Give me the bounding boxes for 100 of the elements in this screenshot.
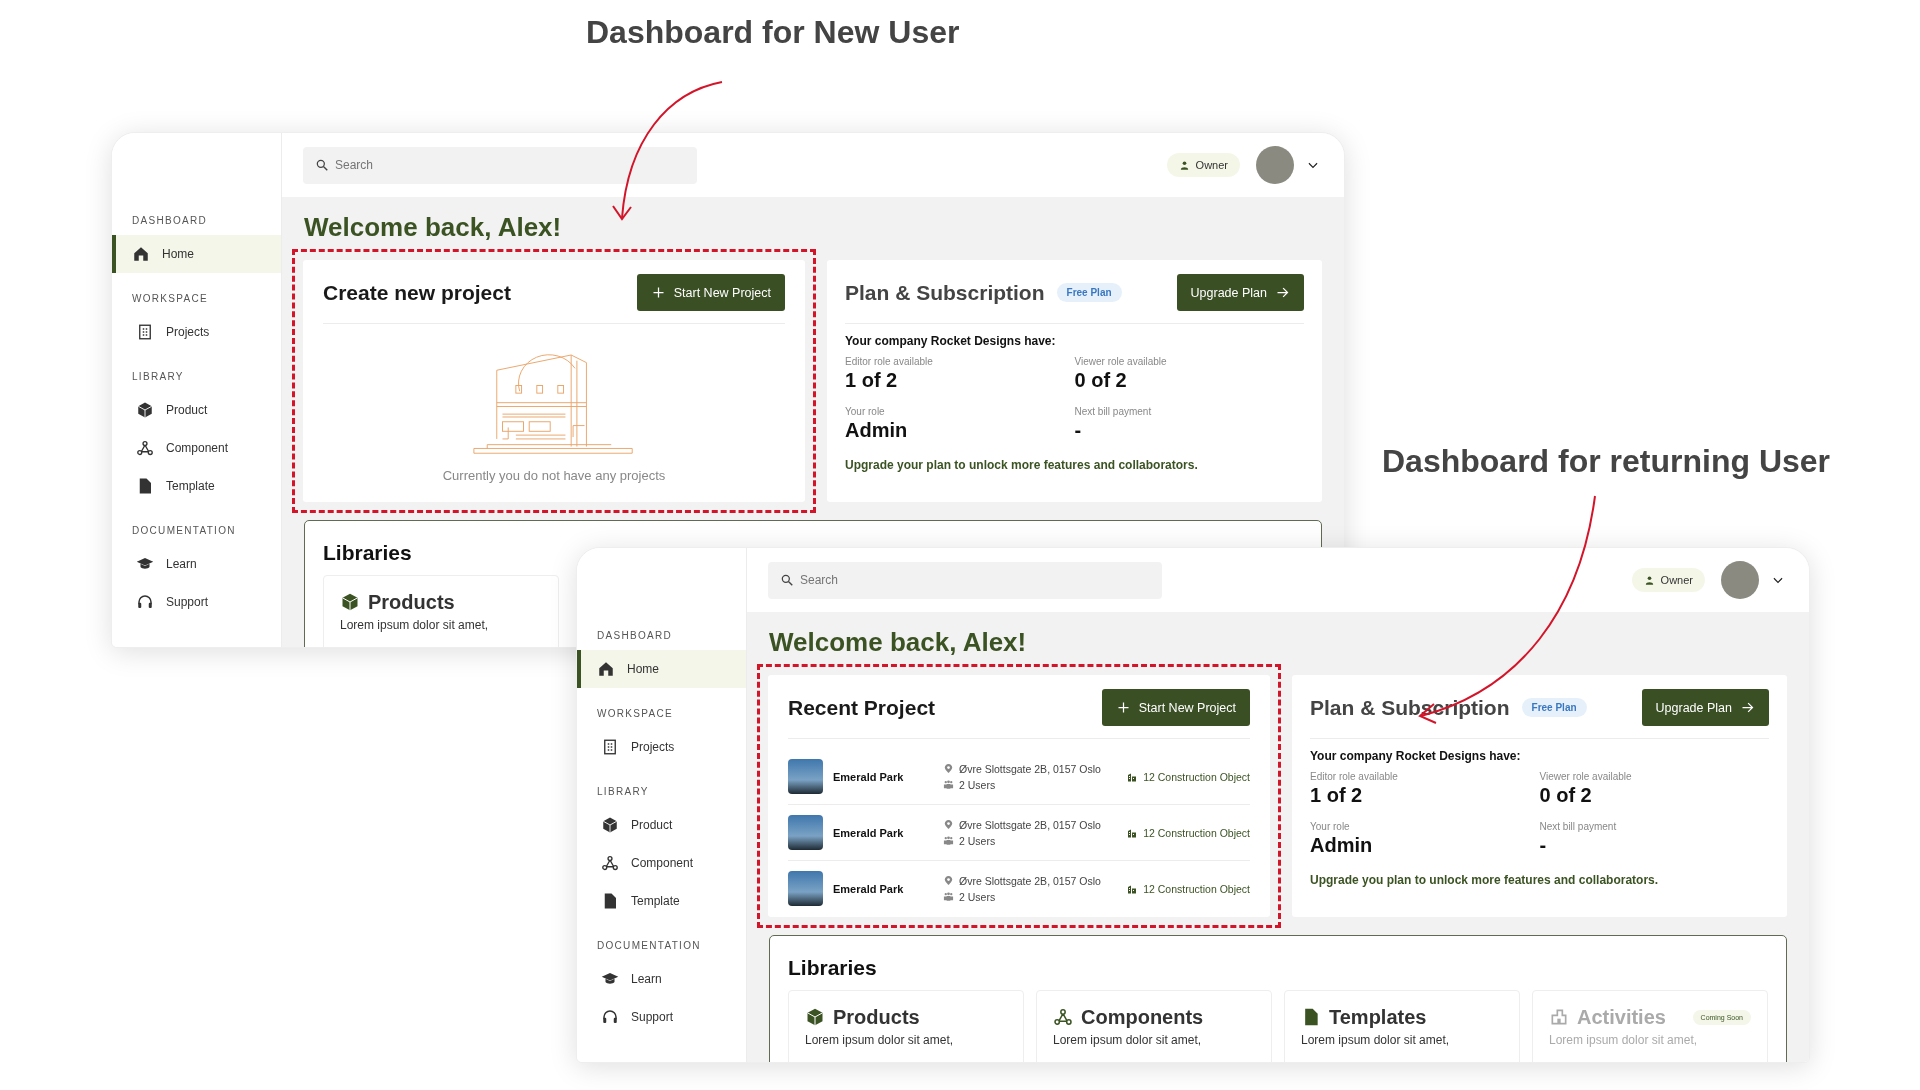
nav-item[interactable]: Component	[112, 429, 281, 467]
project-address: Øvre Slottsgate 2B, 0157 Oslo	[959, 874, 1101, 887]
section-label: WORKSPACE	[131, 292, 209, 306]
nodes-icon	[601, 854, 619, 872]
cube-icon	[805, 1007, 825, 1027]
user-count: 2 Users	[959, 890, 996, 903]
headset-icon	[136, 593, 154, 611]
nav-item[interactable]: Support	[112, 583, 281, 621]
nav-item[interactable]: Support	[577, 998, 746, 1036]
welcome-heading: Welcome back, Alex!	[304, 211, 563, 243]
nav-item[interactable]: Projects	[577, 728, 746, 766]
section-label: DOCUMENTATION	[131, 524, 237, 538]
section-label: WORKSPACE	[596, 707, 674, 721]
library-title: Templates	[1329, 1005, 1427, 1030]
search-field[interactable]: Search	[768, 561, 1162, 599]
headset-icon	[601, 1008, 619, 1026]
object-count: 12 Construction Object	[1143, 770, 1250, 783]
project-name: Emerald Park	[833, 882, 905, 895]
library-title: Components	[1081, 1005, 1204, 1030]
home-icon	[132, 245, 150, 263]
libraries-heading: Libraries	[788, 955, 878, 981]
role-label: Owner	[1195, 159, 1228, 171]
stat-value: -	[1074, 419, 1083, 442]
object-count: 12 Construction Object	[1143, 882, 1250, 895]
person-icon	[1643, 574, 1655, 586]
building-icon	[601, 738, 619, 756]
location-pin-icon	[943, 763, 954, 774]
nav-item[interactable]: Product	[112, 391, 281, 429]
section-label: LIBRARY	[131, 370, 185, 384]
stat-value: Admin	[845, 419, 909, 442]
role-label: Owner	[1660, 574, 1693, 586]
search-field[interactable]: Search	[303, 146, 697, 184]
start-project-button[interactable]: Start New Project	[1101, 689, 1250, 726]
company-text: Your company Rocket Designs have:	[845, 334, 1057, 348]
object-count: 12 Construction Object	[1143, 826, 1250, 839]
nav-item[interactable]: Template	[577, 882, 746, 920]
library-card[interactable]: Components Lorem ipsum dolor sit amet,	[1036, 990, 1272, 1062]
users-icon	[943, 835, 954, 846]
project-row[interactable]: Emerald Park Øvre Slottsgate 2B, 0157 Oslo 2 Users 12 Construction Object	[788, 749, 1250, 805]
library-title: Products	[833, 1005, 920, 1030]
upgrade-note: Upgrade your plan to unlock more features and collaborators.	[845, 458, 1199, 472]
start-project-button[interactable]: Start New Project	[636, 274, 785, 311]
photo-placeholder	[788, 871, 823, 906]
arrow-right-icon	[1740, 700, 1755, 715]
stat-label: Your role	[1310, 821, 1351, 832]
library-description: Lorem ipsum dolor sit amet,	[1053, 1033, 1203, 1047]
stat-label: Next bill payment	[1539, 821, 1618, 832]
location-pin-icon	[943, 875, 954, 886]
library-card[interactable]: Products Lorem ipsum dolor sit amet,	[788, 990, 1024, 1062]
stat-label: Viewer role available	[1074, 356, 1168, 367]
stat-value: Admin	[1310, 834, 1374, 857]
stat-label: Editor role available	[1310, 771, 1399, 782]
section-label: DASHBOARD	[596, 629, 674, 643]
library-card[interactable]: Templates Lorem ipsum dolor sit amet,	[1284, 990, 1520, 1062]
card-title: Recent Project	[788, 695, 937, 720]
nav-item[interactable]: Home	[577, 650, 746, 688]
search-icon	[780, 572, 794, 587]
project-row[interactable]: Emerald Park Øvre Slottsgate 2B, 0157 Oslo 2 Users 12 Construction Object	[788, 805, 1250, 861]
photo-placeholder	[788, 759, 823, 794]
stat-label: Editor role available	[845, 356, 934, 367]
stat-value: 0 of 2	[1074, 369, 1128, 392]
annotation-title: Dashboard for returning User	[1382, 443, 1831, 480]
upgrade-plan-button[interactable]: Upgrade Plan	[1641, 689, 1769, 726]
upgrade-note: Upgrade you plan to unlock more features and collaborators.	[1310, 873, 1660, 887]
stat-value: 0 of 2	[1539, 784, 1593, 807]
nav-item[interactable]: Projects	[112, 313, 281, 351]
users-icon	[943, 779, 954, 790]
upgrade-plan-button[interactable]: Upgrade Plan	[1176, 274, 1304, 311]
nav-item[interactable]: Home	[112, 235, 281, 273]
nav-item[interactable]: Learn	[577, 960, 746, 998]
stat-value: 1 of 2	[845, 369, 899, 392]
card-title: Plan & Subscription	[845, 280, 1045, 305]
nav-item[interactable]: Product	[577, 806, 746, 844]
building-icon	[136, 323, 154, 341]
card-title: Create new project	[323, 280, 512, 305]
empty-message: Currently you do not have any projects	[442, 468, 666, 483]
location-pin-icon	[943, 819, 954, 830]
library-card[interactable]: Products Lorem ipsum dolor sit amet,	[323, 575, 559, 647]
nav-item[interactable]: Template	[112, 467, 281, 505]
nav-item[interactable]: Learn	[112, 545, 281, 583]
welcome-heading: Welcome back, Alex!	[769, 626, 1028, 658]
avatar[interactable]	[1256, 146, 1294, 184]
library-description: Lorem ipsum dolor sit amet,	[1549, 1033, 1699, 1047]
library-description: Lorem ipsum dolor sit amet,	[340, 618, 490, 632]
section-label: DOCUMENTATION	[596, 939, 702, 953]
stat-label: Your role	[845, 406, 886, 417]
cube-icon	[340, 592, 360, 612]
libraries-heading: Libraries	[323, 540, 413, 566]
project-row[interactable]: Emerald Park Øvre Slottsgate 2B, 0157 Oslo 2 Users 12 Construction Object	[788, 861, 1250, 916]
plan-badge: Free Plan	[1521, 698, 1587, 717]
user-count: 2 Users	[959, 778, 996, 791]
nodes-icon	[1053, 1007, 1073, 1027]
library-description: Lorem ipsum dolor sit amet,	[805, 1033, 955, 1047]
library-description: Lorem ipsum dolor sit amet,	[1301, 1033, 1451, 1047]
plan-badge: Free Plan	[1056, 283, 1122, 302]
nav-item[interactable]: Component	[577, 844, 746, 882]
company-text: Your company Rocket Designs have:	[1310, 749, 1522, 763]
cube-icon	[136, 401, 154, 419]
avatar[interactable]	[1721, 561, 1759, 599]
project-address: Øvre Slottsgate 2B, 0157 Oslo	[959, 818, 1101, 831]
